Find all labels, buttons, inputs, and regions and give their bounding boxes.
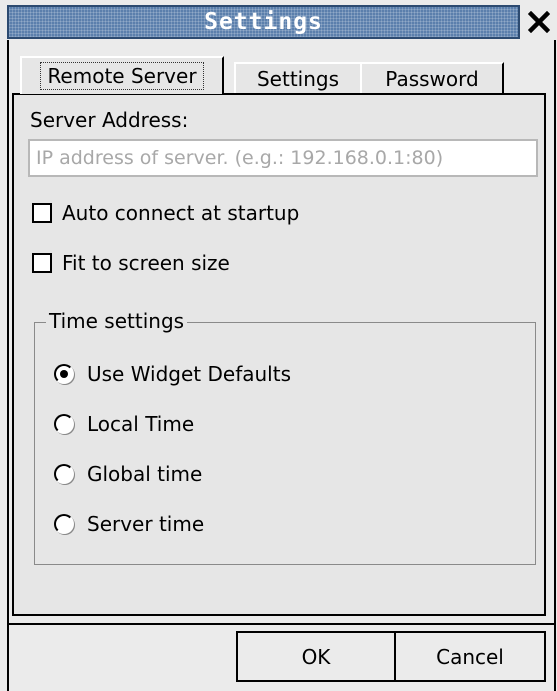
radio-server-time[interactable]: Server time — [54, 512, 204, 536]
radio-label: Global time — [87, 462, 203, 486]
radio-button[interactable] — [54, 514, 74, 534]
title-bar[interactable]: Settings — [7, 5, 520, 39]
tab-remote-server-label: Remote Server — [40, 62, 204, 90]
button-area-divider — [9, 623, 554, 625]
server-address-label: Server Address: — [30, 108, 189, 132]
radio-button-selected[interactable] — [54, 364, 74, 384]
auto-connect-label: Auto connect at startup — [62, 201, 300, 225]
auto-connect-checkbox[interactable] — [32, 203, 52, 223]
radio-label: Use Widget Defaults — [87, 362, 292, 386]
radio-label: Local Time — [87, 412, 195, 436]
fit-screen-checkbox[interactable] — [32, 253, 52, 273]
settings-dialog: Settings Settings Password Remote Server… — [0, 0, 557, 691]
tab-password-label: Password — [385, 66, 479, 91]
tab-password[interactable]: Password — [360, 62, 504, 93]
tab-remote-server[interactable]: Remote Server — [20, 56, 224, 94]
radio-use-widget-defaults[interactable]: Use Widget Defaults — [54, 362, 291, 386]
cancel-button[interactable]: Cancel — [394, 631, 546, 682]
close-icon — [528, 11, 550, 33]
fit-screen-label: Fit to screen size — [62, 251, 230, 275]
auto-connect-checkbox-row[interactable]: Auto connect at startup — [32, 201, 299, 225]
ok-button[interactable]: OK — [236, 631, 396, 682]
close-button[interactable] — [524, 6, 554, 38]
time-settings-title: Time settings — [46, 309, 188, 333]
window-title: Settings — [204, 9, 323, 35]
fit-screen-checkbox-row[interactable]: Fit to screen size — [32, 251, 230, 275]
server-address-input[interactable] — [28, 139, 538, 177]
radio-label: Server time — [87, 512, 205, 536]
radio-button[interactable] — [54, 414, 74, 434]
radio-button[interactable] — [54, 464, 74, 484]
tab-settings[interactable]: Settings — [234, 62, 362, 93]
radio-local-time[interactable]: Local Time — [54, 412, 194, 436]
radio-global-time[interactable]: Global time — [54, 462, 202, 486]
tab-settings-label: Settings — [256, 66, 340, 91]
